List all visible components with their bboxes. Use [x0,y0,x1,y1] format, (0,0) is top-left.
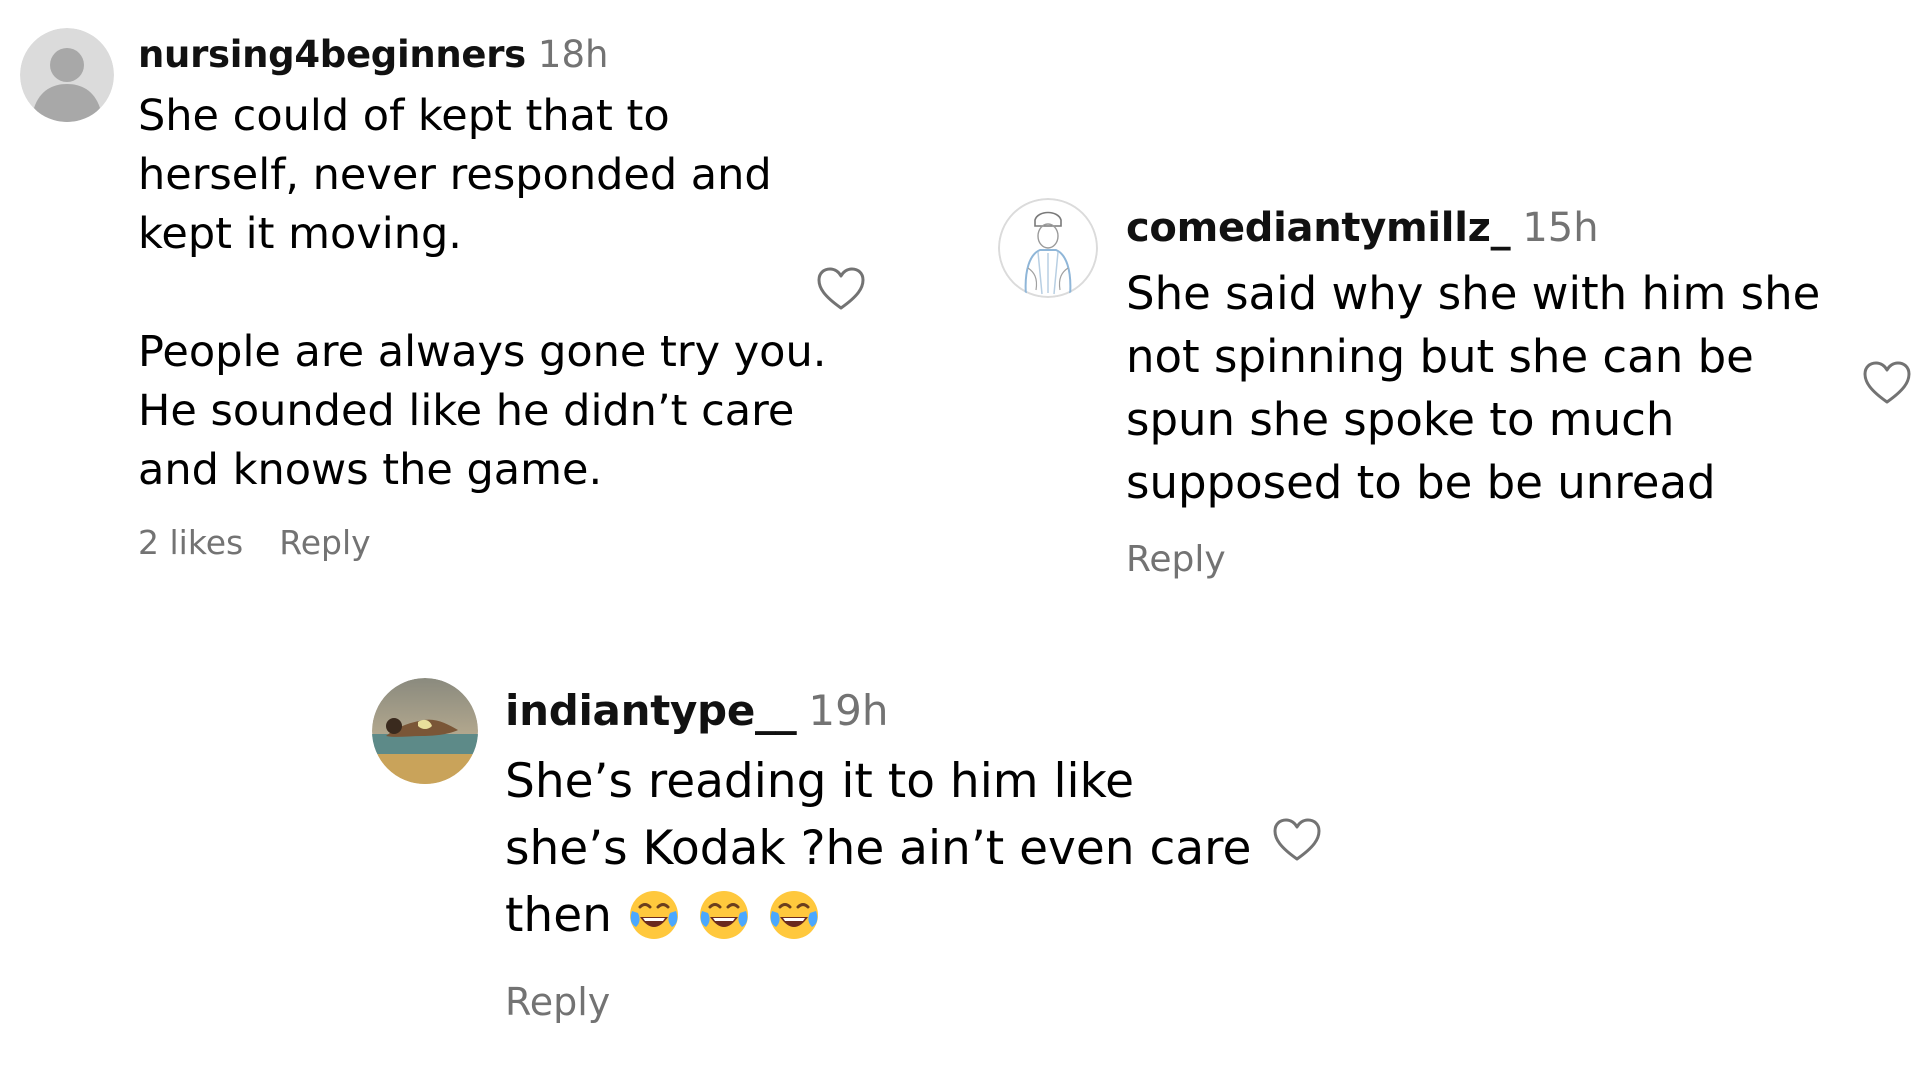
heart-outline-icon[interactable] [816,266,866,312]
comment-time[interactable]: 18h [538,33,609,76]
face-with-tears-of-joy-emoji [766,885,822,941]
user-avatar[interactable] [372,678,478,784]
comment-text-content: She’s reading it to him like she’s Kodak… [505,754,1252,943]
heart-outline-icon[interactable] [1862,360,1912,406]
comment-time[interactable]: 15h [1522,205,1598,251]
likes-count[interactable]: 2 likes [138,523,243,562]
comment-username[interactable]: nursing4beginners [138,33,526,76]
comment-header: nursing4beginners 18h [138,36,838,73]
face-with-tears-of-joy-emoji [626,885,682,941]
comment-text: She said why she with him she not spinni… [1126,267,1821,509]
user-avatar[interactable] [20,28,114,122]
comment-time[interactable]: 19h [808,686,888,735]
default-user-avatar-icon [20,28,114,122]
comment-actions: 2 likes Reply [138,526,838,559]
face-with-tears-of-joy-emoji [696,885,752,941]
comment-actions: Reply [505,983,1265,1021]
comment-actions: Reply [1126,542,1866,578]
comment-username[interactable]: indiantype__ [505,686,797,735]
sketch-portrait-avatar-icon [998,198,1098,298]
comment-text: She’s reading it to him like she’s Kodak… [505,748,1265,949]
reply-button[interactable]: Reply [1126,539,1226,580]
user-avatar[interactable] [998,198,1098,298]
comment-body: indiantype__ 19h She’s reading it to him … [505,690,1265,1022]
comment-body: comediantymillz_ 15h She said why she wit… [1126,208,1866,578]
comment-body: nursing4beginners 18h She could of kept t… [138,36,838,559]
heart-outline-icon[interactable] [1272,817,1322,863]
photo-avatar-icon [372,678,478,784]
reply-button[interactable]: Reply [279,523,370,562]
reply-button[interactable]: Reply [505,980,610,1024]
comment-username[interactable]: comediantymillz_ [1126,205,1511,251]
comment-text: She could of kept that to herself, never… [138,91,827,495]
comment-header: indiantype__ 19h [505,690,1265,732]
comment-header: comediantymillz_ 15h [1126,208,1866,248]
